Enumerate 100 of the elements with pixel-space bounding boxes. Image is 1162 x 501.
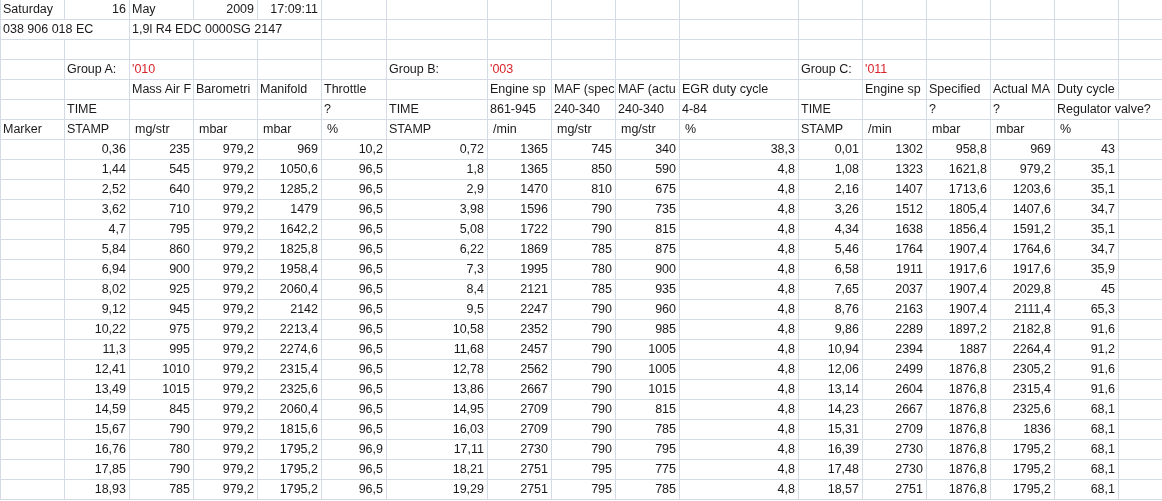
table-cell: 1764 xyxy=(863,240,927,260)
table-cell: 1815,6 xyxy=(258,420,322,440)
table-cell: 96,5 xyxy=(322,340,387,360)
table-cell: 4,8 xyxy=(680,400,799,420)
table-cell: 2142 xyxy=(258,300,322,320)
table-cell: 3,26 xyxy=(799,200,863,220)
empty-cell xyxy=(258,60,322,80)
table-cell: 6,22 xyxy=(387,240,488,260)
table-cell: 2247 xyxy=(488,300,552,320)
table-cell: 1876,8 xyxy=(927,360,991,380)
table-cell: 12,41 xyxy=(65,360,130,380)
table-cell: 745 xyxy=(552,140,616,160)
table-cell: 1512 xyxy=(863,200,927,220)
table-cell: 590 xyxy=(616,160,680,180)
unit-header: mg/str xyxy=(130,120,194,140)
empty-cell xyxy=(258,100,322,120)
empty-cell xyxy=(488,20,552,40)
table-cell: 2,52 xyxy=(65,180,130,200)
table-cell: 9,86 xyxy=(799,320,863,340)
table-cell: 96,5 xyxy=(322,200,387,220)
group-code: '003 xyxy=(488,60,552,80)
table-cell: 2730 xyxy=(488,440,552,460)
table-cell: 875 xyxy=(616,240,680,260)
table-cell: 4,8 xyxy=(680,240,799,260)
table-cell: 1591,2 xyxy=(991,220,1055,240)
table-cell: 3,62 xyxy=(65,200,130,220)
table-cell: 2121 xyxy=(488,280,552,300)
table-cell: 2751 xyxy=(488,460,552,480)
table-cell: 2394 xyxy=(863,340,927,360)
table-cell: 1887 xyxy=(927,340,991,360)
table-cell: 96,5 xyxy=(322,480,387,500)
table-cell: 900 xyxy=(130,260,194,280)
table-cell: 2315,4 xyxy=(258,360,322,380)
table-cell: 995 xyxy=(130,340,194,360)
table-cell: 96,5 xyxy=(322,320,387,340)
column-header: Mass Air F xyxy=(130,80,194,100)
column-header: MAF (actu xyxy=(616,80,680,100)
table-cell: 96,5 xyxy=(322,380,387,400)
table-cell: 935 xyxy=(616,280,680,300)
table-cell: 810 xyxy=(552,180,616,200)
table-cell: 0,72 xyxy=(387,140,488,160)
table-cell: 795 xyxy=(552,480,616,500)
table-cell: 958,8 xyxy=(927,140,991,160)
table-cell: 16,39 xyxy=(799,440,863,460)
table-cell: 860 xyxy=(130,240,194,260)
column-header: TIME xyxy=(387,100,488,120)
table-cell: 2667 xyxy=(863,400,927,420)
table-cell: 1876,8 xyxy=(927,400,991,420)
table-cell: 2457 xyxy=(488,340,552,360)
table-cell: 12,06 xyxy=(799,360,863,380)
column-header: EGR duty cycle xyxy=(680,80,799,100)
table-cell: 1642,2 xyxy=(258,220,322,240)
table-cell: 1479 xyxy=(258,200,322,220)
empty-cell xyxy=(552,0,616,20)
table-cell: 790 xyxy=(552,380,616,400)
table-cell: 815 xyxy=(616,220,680,240)
table-cell: 979,2 xyxy=(194,280,258,300)
table-cell: 13,49 xyxy=(65,380,130,400)
empty-cell xyxy=(552,20,616,40)
table-cell: 4,8 xyxy=(680,180,799,200)
table-cell: 96,5 xyxy=(322,420,387,440)
table-cell: 2274,6 xyxy=(258,340,322,360)
table-cell: 16,03 xyxy=(387,420,488,440)
table-cell: 640 xyxy=(130,180,194,200)
table-cell: 790 xyxy=(552,400,616,420)
table-cell: 1907,4 xyxy=(927,300,991,320)
table-cell: 2,16 xyxy=(799,180,863,200)
table-cell: 4,8 xyxy=(680,160,799,180)
table-cell: 675 xyxy=(616,180,680,200)
table-cell: 2352 xyxy=(488,320,552,340)
table-cell: 979,2 xyxy=(194,260,258,280)
table-cell: 91,6 xyxy=(1055,360,1119,380)
table-cell: 1015 xyxy=(130,380,194,400)
table-cell: 14,95 xyxy=(387,400,488,420)
table-cell: 979,2 xyxy=(194,400,258,420)
table-cell: 1,8 xyxy=(387,160,488,180)
table-cell: 2264,4 xyxy=(991,340,1055,360)
table-cell: 1876,8 xyxy=(927,460,991,480)
empty-cell xyxy=(863,0,927,20)
table-cell: 2037 xyxy=(863,280,927,300)
empty-cell xyxy=(991,20,1055,40)
table-cell: 2305,2 xyxy=(991,360,1055,380)
empty-cell xyxy=(799,40,863,60)
empty-cell xyxy=(1055,20,1119,40)
table-cell: 68,1 xyxy=(1055,480,1119,500)
table-cell: 2163 xyxy=(863,300,927,320)
table-cell: 1713,6 xyxy=(927,180,991,200)
table-cell: 979,2 xyxy=(991,160,1055,180)
unit-header: /min xyxy=(863,120,927,140)
table-cell: 979,2 xyxy=(194,240,258,260)
table-cell: 1917,6 xyxy=(991,260,1055,280)
table-cell: 845 xyxy=(130,400,194,420)
table-cell: 0,01 xyxy=(799,140,863,160)
empty-cell xyxy=(552,60,616,80)
table-cell: 960 xyxy=(616,300,680,320)
table-cell: 979,2 xyxy=(194,460,258,480)
column-header: STAMP xyxy=(799,120,863,140)
empty-cell xyxy=(130,40,194,60)
time-cell: 17:09:11 xyxy=(258,0,322,20)
table-cell: 5,46 xyxy=(799,240,863,260)
